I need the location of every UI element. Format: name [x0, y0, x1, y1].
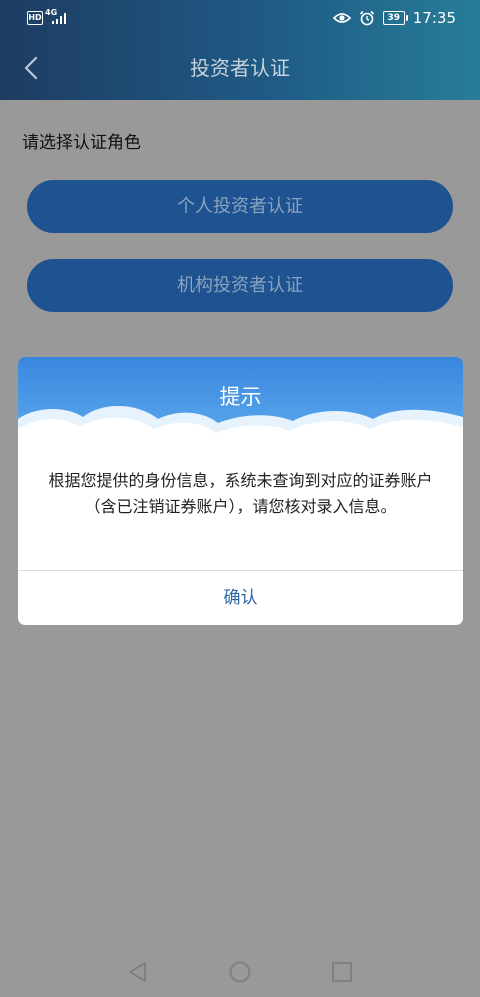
status-right-group: 39 17:35 — [332, 9, 456, 27]
battery-indicator: 39 — [382, 11, 408, 25]
app-header: HD 4G 39 17:35 投资者认证 — [0, 0, 480, 100]
square-recent-icon[interactable] — [329, 959, 355, 985]
status-bar: HD 4G 39 17:35 — [0, 0, 480, 36]
signal-icon — [52, 13, 66, 24]
alert-dialog: 提示 根据您提供的身份信息，系统未查询到对应的证券账户（含已注销证券账户），请您… — [18, 357, 463, 625]
confirm-button[interactable]: 确认 — [18, 571, 463, 625]
alarm-icon — [359, 10, 374, 26]
dialog-message: 根据您提供的身份信息，系统未查询到对应的证券账户（含已注销证券账户），请您核对录… — [48, 471, 433, 516]
eye-icon — [332, 13, 351, 23]
system-nav-bar — [0, 945, 480, 997]
individual-investor-button[interactable]: 个人投资者认证 — [27, 180, 453, 233]
page-title: 投资者认证 — [190, 56, 290, 80]
triangle-back-icon[interactable] — [125, 959, 151, 985]
circle-home-icon[interactable] — [227, 959, 253, 985]
dialog-title: 提示 — [219, 385, 262, 409]
status-time: 17:35 — [412, 9, 456, 27]
hd-badge: HD — [27, 11, 43, 25]
role-section-label: 请选择认证角色 — [22, 133, 141, 153]
institutional-investor-button[interactable]: 机构投资者认证 — [27, 259, 453, 312]
